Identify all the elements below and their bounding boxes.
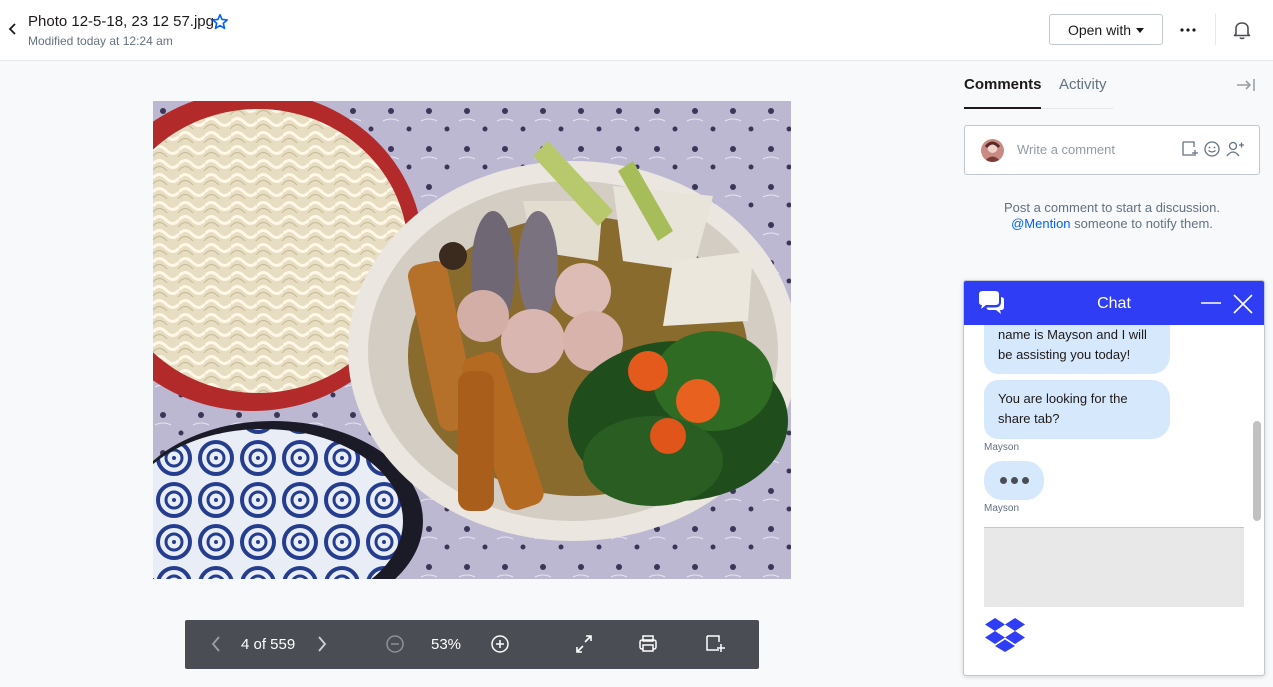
ellipsis-icon[interactable]	[1176, 18, 1200, 42]
active-tab-indicator	[964, 107, 1041, 109]
empty-line-2-rest: someone to notify them.	[1074, 216, 1213, 231]
typing-dot	[1021, 477, 1029, 484]
print-icon[interactable]	[637, 632, 659, 656]
chat-message: You are looking for the share tab?	[984, 380, 1170, 439]
close-icon[interactable]	[1232, 293, 1254, 315]
zoom-out-icon[interactable]	[384, 632, 406, 656]
tab-comments[interactable]: Comments	[964, 76, 1042, 93]
prev-chevron-icon[interactable]	[207, 632, 225, 656]
empty-line-2: @Mention someone to notify them.	[964, 216, 1260, 232]
page-counter: 4 of 559	[241, 636, 296, 653]
chat-widget: name is Mayson and I will be assisting y…	[963, 280, 1265, 676]
collapse-panel-icon[interactable]	[1236, 77, 1256, 93]
fullscreen-icon[interactable]	[573, 632, 595, 656]
next-chevron-icon[interactable]	[313, 632, 331, 656]
tab-activity[interactable]: Activity	[1059, 76, 1107, 93]
star-icon[interactable]	[211, 13, 229, 31]
caret-down-icon	[1136, 28, 1145, 33]
chat-header: Chat	[964, 281, 1264, 325]
sender-name: Mayson	[984, 503, 1020, 514]
file-name: Photo 12-5-18, 23 12 57.jpg	[28, 13, 214, 30]
file-header: Photo 12-5-18, 23 12 57.jpg Modified tod…	[0, 0, 1273, 61]
open-with-button[interactable]: Open with	[1049, 14, 1163, 45]
comment-input[interactable]	[1017, 142, 1177, 157]
minimize-icon[interactable]	[1200, 293, 1222, 313]
zoom-level: 53%	[431, 636, 462, 653]
sender-name: Mayson	[984, 442, 1020, 453]
chat-message: name is Mayson and I will be assisting y…	[984, 321, 1170, 374]
emoji-icon[interactable]	[1203, 140, 1221, 158]
empty-line-1: Post a comment to start a discussion.	[1003, 200, 1221, 215]
typing-indicator	[984, 461, 1044, 500]
empty-comments-message: Post a comment to start a discussion. @M…	[964, 200, 1260, 232]
bell-icon[interactable]	[1230, 18, 1254, 42]
back-chevron-icon[interactable]	[5, 20, 19, 38]
modified-time: Modified today at 12:24 am	[28, 34, 173, 48]
typing-dot	[999, 477, 1007, 484]
mention-link[interactable]: @Mention	[1011, 216, 1070, 231]
add-comment-icon[interactable]	[1181, 140, 1199, 158]
comment-box	[964, 125, 1260, 175]
food-photo-image	[153, 101, 791, 579]
dropbox-logo-icon	[985, 618, 1025, 652]
chat-scrollbar[interactable]	[1253, 421, 1261, 521]
header-divider	[1215, 14, 1216, 45]
photo-preview[interactable]	[153, 101, 791, 579]
typing-dot	[1010, 477, 1018, 484]
add-person-icon[interactable]	[1225, 140, 1245, 158]
avatar	[981, 139, 1004, 162]
zoom-in-icon[interactable]	[489, 632, 511, 656]
viewer-toolbar: 4 of 559 53%	[185, 620, 759, 669]
add-comment-icon[interactable]	[704, 632, 726, 656]
chat-input[interactable]	[984, 527, 1244, 607]
open-with-label: Open with	[1067, 21, 1132, 38]
